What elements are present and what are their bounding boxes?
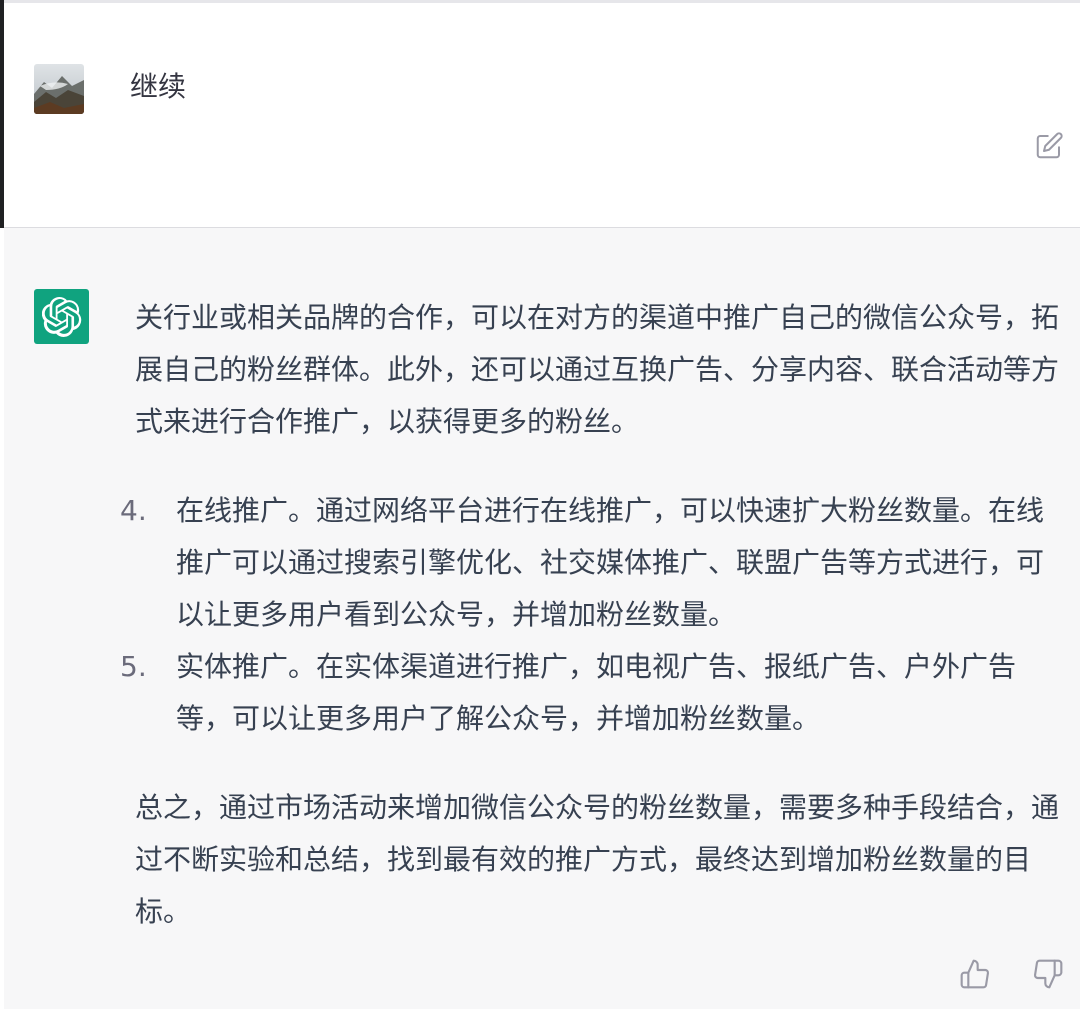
user-message-text: 继续: [130, 70, 187, 103]
list-number: 4.: [120, 494, 147, 527]
openai-logo-icon: [41, 296, 81, 337]
user-avatar: [34, 64, 84, 114]
list-text: 实体推广。在实体渠道进行推广，如电视广告、报纸广告、户外广告等，可以让更多用户了…: [176, 650, 1017, 735]
edit-icon[interactable]: [1034, 131, 1064, 161]
user-message: 继续: [4, 3, 1080, 228]
chat-page: 继续 关行业或相关品牌的合作，可以在对方的渠道中推广自己的微信公众号，拓展自己的…: [0, 0, 1080, 1009]
conclusion-paragraph: 总之，通过市场活动来增加微信公众号的粉丝数量，需要多种手段结合，通过不断实验和总…: [135, 791, 1060, 928]
intro-paragraph: 关行业或相关品牌的合作，可以在对方的渠道中推广自己的微信公众号，拓展自己的粉丝群…: [135, 301, 1060, 438]
list-number: 5.: [120, 650, 147, 683]
assistant-avatar: [34, 289, 89, 344]
user-avatar-landscape: [34, 64, 84, 114]
thumbs-up-icon[interactable]: [959, 958, 991, 990]
thumbs-down-icon[interactable]: [1032, 958, 1064, 990]
list-text: 在线推广。通过网络平台进行在线推广，可以快速扩大粉丝数量。在线推广可以通过搜索引…: [176, 494, 1045, 631]
assistant-message: 关行业或相关品牌的合作，可以在对方的渠道中推广自己的微信公众号，拓展自己的粉丝群…: [4, 228, 1080, 1009]
